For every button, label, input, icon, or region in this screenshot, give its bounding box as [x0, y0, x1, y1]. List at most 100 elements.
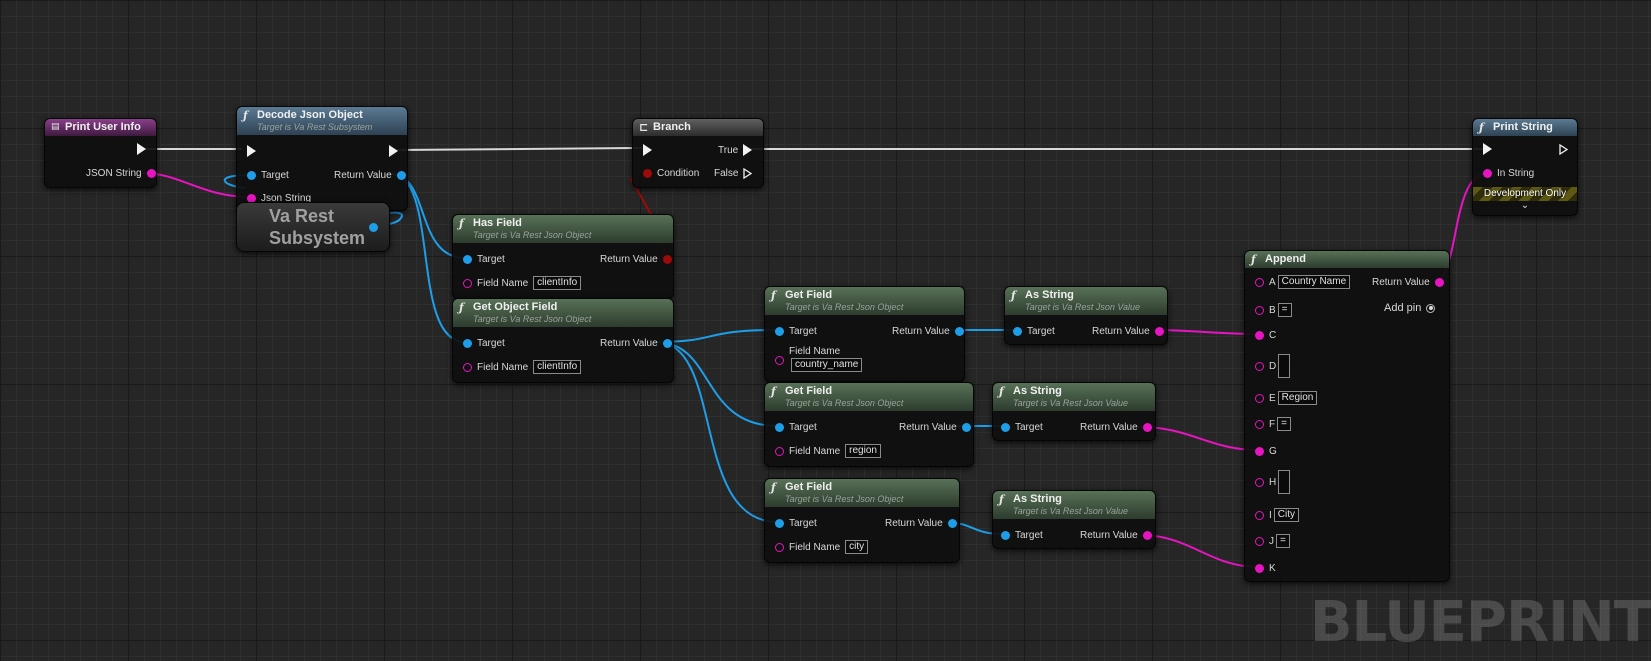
node-header[interactable]: ▤ Print User Info [45, 119, 156, 136]
target-in-row[interactable]: Target [775, 324, 822, 338]
pin-d-in[interactable] [1255, 361, 1264, 371]
condition-in-row[interactable]: Condition [643, 166, 704, 180]
exec-in-pin[interactable] [247, 145, 256, 157]
return-value-out-pin[interactable] [1154, 326, 1164, 336]
condition-in-pin[interactable] [643, 168, 652, 178]
as-string-1-node[interactable]: ƒ As String Target is Va Rest Json Value… [1004, 286, 1168, 345]
node-header[interactable]: ⊏ Branch [633, 119, 763, 136]
target-in-pin[interactable] [463, 254, 472, 264]
pin-f-row[interactable]: F = [1255, 417, 1291, 431]
pin-j-in[interactable] [1255, 536, 1264, 546]
json-string-out-row[interactable]: JSON String [81, 166, 156, 180]
in-string-in-pin[interactable] [1483, 168, 1492, 178]
get-field-region-node[interactable]: ƒ Get Field Target is Va Rest Json Objec… [764, 382, 974, 467]
exec-in-pin-row[interactable] [247, 144, 256, 158]
field-name-in-pin[interactable] [775, 542, 784, 552]
pin-i-row[interactable]: I City [1255, 508, 1300, 522]
node-header[interactable]: ƒ Get Field Target is Va Rest Json Objec… [765, 287, 964, 315]
return-value-out-row[interactable]: Return Value [1087, 324, 1164, 338]
true-out-row[interactable]: True [713, 143, 753, 157]
pin-d-input[interactable] [1278, 354, 1291, 378]
exec-out-pin[interactable] [389, 145, 398, 157]
return-value-out-row[interactable]: Return Value [1367, 275, 1444, 289]
return-value-out-row[interactable]: Return Value [887, 324, 964, 338]
field-name-input[interactable]: region [845, 444, 881, 458]
pin-d-row[interactable]: D [1255, 354, 1291, 378]
target-in-row[interactable]: Target [1001, 528, 1048, 542]
pin-f-in[interactable] [1255, 419, 1264, 429]
return-value-out-pin[interactable] [947, 518, 957, 528]
pin-j-input[interactable]: = [1276, 534, 1290, 548]
pin-c-in[interactable] [1255, 330, 1264, 340]
field-name-input[interactable]: city [845, 540, 869, 554]
field-name-row[interactable]: Field Name region [775, 444, 881, 458]
as-string-2-node[interactable]: ƒ As String Target is Va Rest Json Value… [992, 382, 1156, 441]
pin-a-in[interactable] [1255, 277, 1264, 287]
false-out-row[interactable]: False [709, 166, 753, 180]
false-exec-out-pin[interactable] [743, 167, 753, 179]
exec-out-pin[interactable] [1559, 143, 1568, 155]
exec-out-pin-row[interactable] [389, 144, 398, 158]
target-in-pin[interactable] [775, 422, 784, 432]
pin-e-in[interactable] [1255, 393, 1264, 403]
pin-a-row[interactable]: A Country Name [1255, 275, 1351, 289]
pin-b-row[interactable]: B = [1255, 303, 1292, 317]
target-in-row[interactable]: Target [463, 252, 510, 266]
get-field-country-node[interactable]: ƒ Get Field Target is Va Rest Json Objec… [764, 286, 965, 382]
node-header[interactable]: ƒ Get Field Target is Va Rest Json Objec… [765, 383, 973, 411]
target-in-pin[interactable] [1001, 422, 1010, 432]
json-string-out-pin[interactable] [146, 168, 156, 178]
pin-g-in[interactable] [1255, 446, 1264, 456]
pin-c-row[interactable]: C [1255, 328, 1281, 342]
exec-out-pin-row[interactable] [1559, 142, 1568, 156]
pin-h-input[interactable] [1278, 470, 1291, 494]
target-in-pin[interactable] [775, 326, 784, 336]
branch-node[interactable]: ⊏ Branch Condition True False [632, 118, 764, 188]
field-name-in-pin[interactable] [775, 446, 784, 456]
return-value-out-pin[interactable] [954, 326, 964, 336]
return-value-out-pin[interactable] [396, 170, 406, 180]
exec-out-pin[interactable] [137, 143, 146, 155]
add-pin-button[interactable]: Add pin [1379, 301, 1436, 315]
return-value-out-pin[interactable] [1434, 277, 1444, 287]
as-string-3-node[interactable]: ƒ As String Target is Va Rest Json Value… [992, 490, 1156, 549]
pin-f-input[interactable]: = [1277, 417, 1291, 431]
append-node[interactable]: ƒ Append A Country Name Return Value Add… [1244, 250, 1450, 582]
pin-b-input[interactable]: = [1277, 303, 1292, 317]
exec-in-pin[interactable] [643, 144, 652, 156]
node-header[interactable]: ƒ As String Target is Va Rest Json Value [993, 491, 1155, 519]
return-value-out-row[interactable]: Return Value [595, 336, 672, 350]
field-name-row[interactable]: Field Name clientInfo [463, 360, 582, 374]
target-in-pin[interactable] [463, 338, 472, 348]
has-field-node[interactable]: ƒ Has Field Target is Va Rest Json Objec… [452, 214, 674, 299]
field-name-in-pin[interactable] [463, 278, 472, 288]
node-header[interactable]: ƒ Print String [1473, 119, 1577, 136]
subsystem-out-pin[interactable] [369, 222, 378, 232]
exec-in-pin-row[interactable] [643, 143, 652, 157]
pin-k-row[interactable]: K [1255, 561, 1281, 575]
return-value-out-pin[interactable] [961, 422, 971, 432]
in-string-row[interactable]: In String [1483, 166, 1539, 180]
get-field-city-node[interactable]: ƒ Get Field Target is Va Rest Json Objec… [764, 478, 960, 563]
return-value-out-row[interactable]: Return Value [595, 252, 672, 266]
exec-out-pin-row[interactable] [137, 142, 146, 156]
target-in-row[interactable]: Target [775, 420, 822, 434]
get-object-field-node[interactable]: ƒ Get Object Field Target is Va Rest Jso… [452, 298, 674, 383]
exec-in-pin-row[interactable] [1483, 142, 1492, 156]
node-header[interactable]: ƒ Append [1245, 251, 1449, 268]
return-value-out-row[interactable]: Return Value [894, 420, 971, 434]
pin-e-row[interactable]: E Region [1255, 391, 1318, 405]
node-header[interactable]: ƒ Has Field Target is Va Rest Json Objec… [453, 215, 673, 243]
field-name-input-wrap[interactable]: country_name [791, 358, 863, 372]
subsystem-out-row[interactable] [369, 220, 378, 234]
field-name-row[interactable] [775, 353, 784, 367]
target-in-pin[interactable] [1001, 530, 1010, 540]
pin-j-row[interactable]: J = [1255, 534, 1290, 548]
pin-g-row[interactable]: G [1255, 444, 1282, 458]
return-value-out-pin[interactable] [662, 254, 672, 264]
field-name-in-pin[interactable] [775, 355, 784, 365]
pin-e-input[interactable]: Region [1277, 391, 1318, 405]
return-value-out-pin[interactable] [662, 338, 672, 348]
target-in-row[interactable]: Target [247, 168, 294, 182]
target-in-row[interactable]: Target [463, 336, 510, 350]
